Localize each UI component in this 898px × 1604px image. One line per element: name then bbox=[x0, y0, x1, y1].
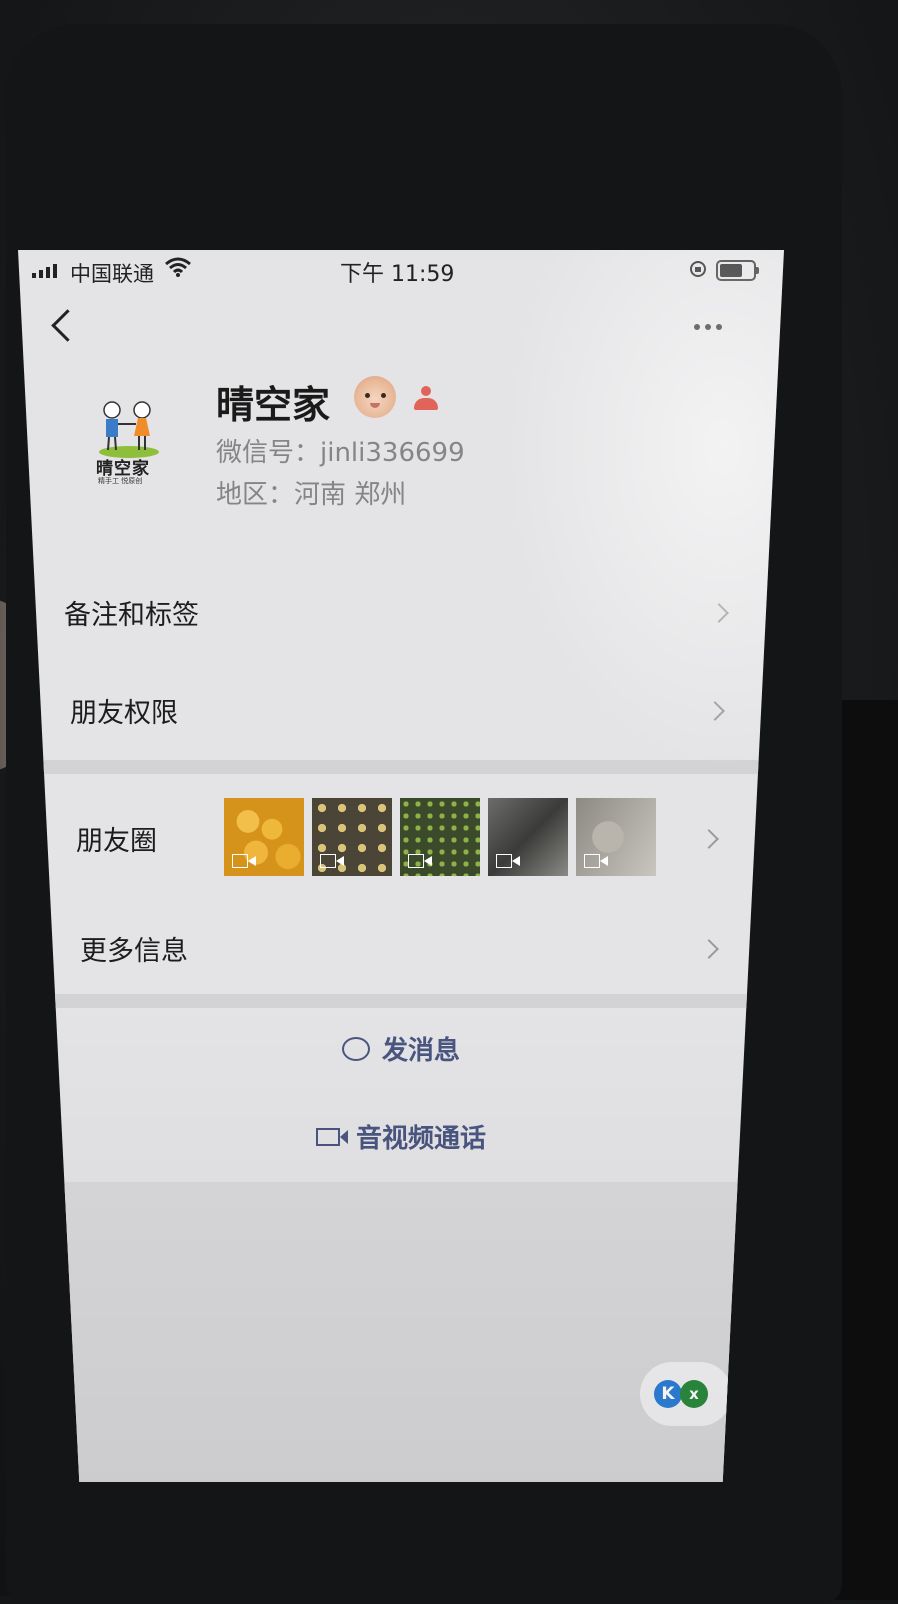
friend-permissions-row[interactable]: 朋友权限 bbox=[70, 662, 740, 758]
signal-icon bbox=[32, 264, 57, 278]
moments-thumbnail[interactable] bbox=[576, 798, 656, 876]
status-time: 下午 11:59 bbox=[340, 262, 455, 287]
region: 地区：河南 郑州 bbox=[216, 480, 407, 510]
moments-thumbnail[interactable] bbox=[488, 798, 568, 876]
video-icon bbox=[584, 854, 608, 868]
phone-screen: 中国联通 下午 11:59 晴空家 精手工 悦原创 晴空家 微信号：jinli3… bbox=[18, 250, 784, 1482]
nickname: 晴空家 bbox=[216, 383, 331, 427]
battery-icon bbox=[716, 260, 759, 281]
avatar-logo-subtext: 精手工 悦原创 bbox=[98, 477, 143, 485]
avatar[interactable]: 晴空家 精手工 悦原创 bbox=[84, 390, 174, 500]
video-icon bbox=[320, 854, 344, 868]
rotation-lock-icon bbox=[690, 261, 706, 277]
moments-thumbnail[interactable] bbox=[224, 798, 304, 876]
chevron-right-icon bbox=[699, 829, 719, 849]
chevron-right-icon bbox=[705, 701, 725, 721]
friend-permissions-label: 朋友权限 bbox=[70, 697, 178, 729]
empty-area bbox=[18, 1182, 784, 1482]
remark-tags-row[interactable]: 备注和标签 bbox=[64, 564, 744, 660]
send-message-button[interactable]: 发消息 bbox=[18, 1030, 784, 1067]
more-info-row[interactable]: 更多信息 bbox=[80, 900, 734, 996]
send-message-label: 发消息 bbox=[381, 1036, 460, 1066]
video-icon bbox=[232, 854, 256, 868]
moments-thumbnail[interactable] bbox=[400, 798, 480, 876]
wechat-id: 微信号：jinli336699 bbox=[216, 438, 465, 468]
moments-label: 朋友圈 bbox=[76, 825, 157, 857]
video-icon bbox=[408, 854, 432, 868]
avatar-kids-image bbox=[99, 401, 159, 458]
x-app-icon[interactable]: x bbox=[680, 1380, 708, 1408]
k-app-icon[interactable]: K bbox=[654, 1380, 682, 1408]
floating-widget[interactable]: K x bbox=[640, 1362, 732, 1426]
female-gender-icon bbox=[414, 386, 438, 412]
video-call-button[interactable]: 音视频通话 bbox=[18, 1118, 784, 1155]
wifi-icon bbox=[165, 257, 191, 277]
baby-face-icon bbox=[354, 376, 396, 418]
back-icon[interactable] bbox=[51, 309, 84, 342]
moments-thumbnail[interactable] bbox=[312, 798, 392, 876]
video-camera-icon bbox=[315, 1127, 348, 1146]
section-divider bbox=[18, 760, 784, 774]
more-info-label: 更多信息 bbox=[80, 935, 188, 967]
remark-tags-label: 备注和标签 bbox=[64, 599, 199, 631]
carrier-name: 中国联通 bbox=[70, 262, 154, 286]
chevron-right-icon bbox=[699, 939, 719, 959]
chevron-right-icon bbox=[709, 603, 729, 623]
chat-bubble-icon bbox=[341, 1036, 370, 1061]
video-call-label: 音视频通话 bbox=[355, 1124, 486, 1154]
video-icon bbox=[496, 854, 520, 868]
more-options-icon[interactable] bbox=[694, 324, 722, 330]
status-bar: 中国联通 下午 11:59 bbox=[18, 250, 784, 292]
section-divider bbox=[18, 994, 784, 1008]
